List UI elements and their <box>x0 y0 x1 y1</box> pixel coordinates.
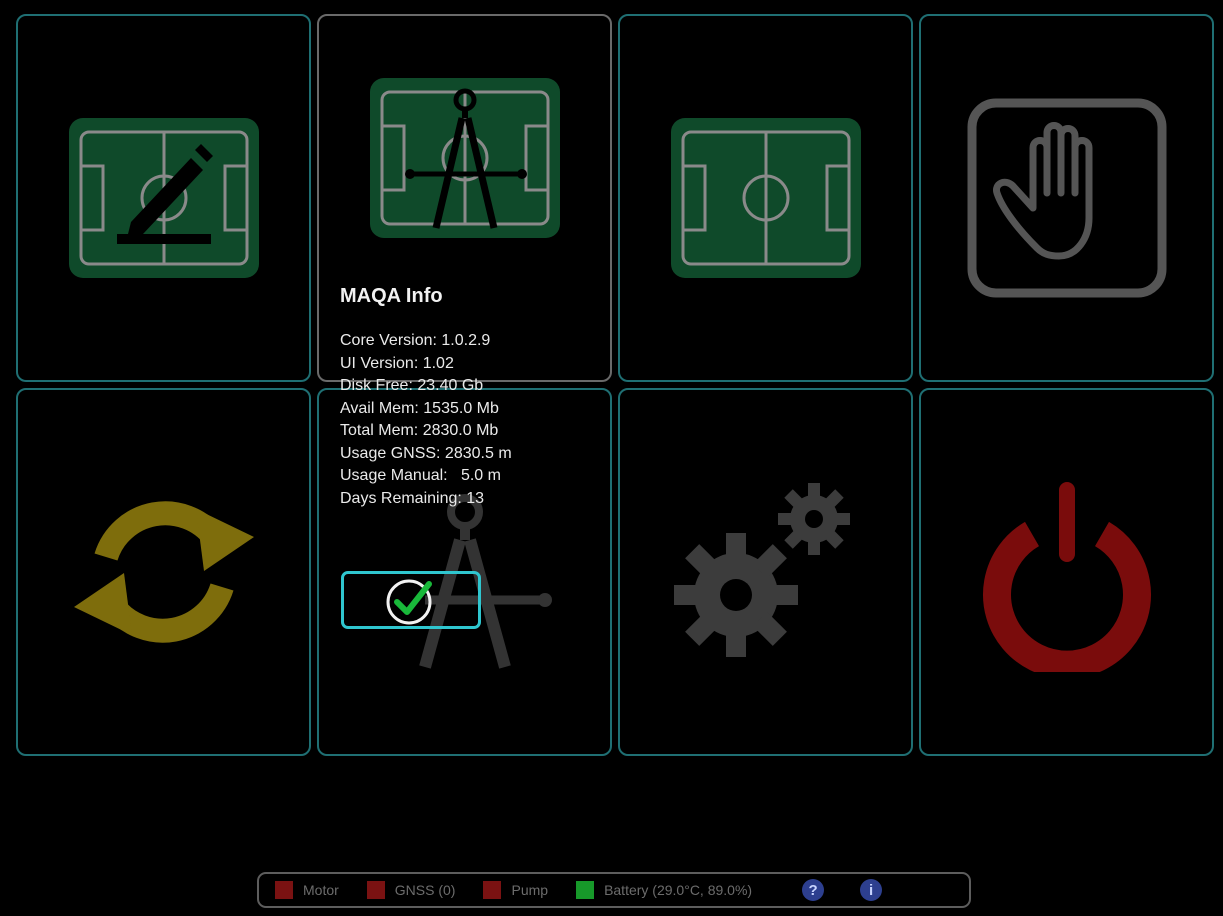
tile-manual-mode[interactable] <box>919 14 1214 382</box>
field-compass-icon <box>369 78 560 238</box>
info-disk-free: Disk Free: 23.40 Gb <box>340 377 484 394</box>
tile-edit-field[interactable] <box>16 14 311 382</box>
info-ui-version: UI Version: 1.02 <box>340 354 454 372</box>
sync-icon <box>73 501 254 643</box>
status-label: GNSS (0) <box>394 882 456 898</box>
help-icon[interactable]: ? <box>802 879 825 901</box>
status-label: Battery (29.0°C, 89.0%) <box>604 882 753 898</box>
info-icon[interactable]: i <box>860 879 883 901</box>
status-label: Motor <box>303 882 339 898</box>
status-gnss: GNSS (0) <box>366 881 456 899</box>
info-usage-gnss: Usage GNSS: 2830.5 m <box>340 444 512 462</box>
tile-field-view[interactable] <box>618 14 913 382</box>
info-days-remaining: Days Remaining: 13 <box>340 489 485 507</box>
info-core-version: Core Version: 1.0.2.9 <box>340 332 491 349</box>
tile-settings[interactable] <box>618 388 913 756</box>
info-total-mem: Total Mem: 2830.0 Mb <box>340 422 499 439</box>
field-icon <box>670 118 861 278</box>
status-indicator <box>366 881 385 899</box>
status-indicator <box>275 881 293 899</box>
status-pump: Pump <box>483 881 548 899</box>
tile-sync[interactable] <box>16 388 311 756</box>
hand-icon <box>967 98 1166 298</box>
tile-power[interactable] <box>919 388 1214 756</box>
info-title: MAQA Info <box>340 285 443 307</box>
info-usage-manual: Usage Manual: 5.0 m <box>340 467 501 484</box>
ok-button[interactable] <box>341 571 481 629</box>
field-pencil-icon <box>68 118 259 278</box>
status-indicator <box>576 881 595 899</box>
status-bar: Motor GNSS (0) Pump Battery (29.0°C, 89.… <box>257 872 971 908</box>
status-label: Pump <box>511 882 549 898</box>
info-panel: MAQA Info Core Version: 1.0.2.9 UI Versi… <box>340 285 600 510</box>
info-avail-mem: Avail Mem: 1535.0 Mb <box>340 399 499 417</box>
check-circle-icon <box>386 579 432 625</box>
power-icon <box>982 482 1151 672</box>
status-motor: Motor <box>275 881 339 899</box>
status-indicator <box>483 881 502 899</box>
status-battery: Battery (29.0°C, 89.0%) <box>576 881 752 899</box>
gears-icon <box>673 483 850 657</box>
